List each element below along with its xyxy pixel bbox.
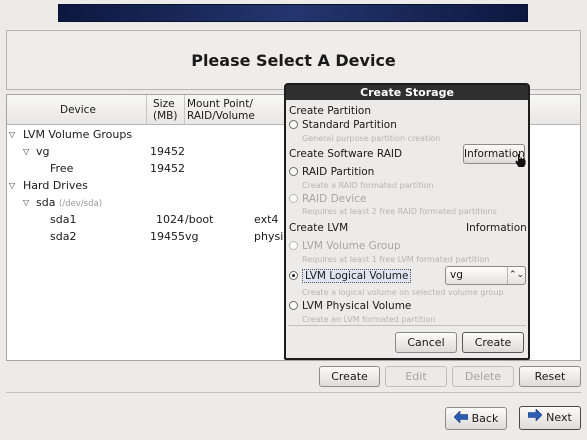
create-storage-dialog: Create Storage Create Partition Standard…	[284, 83, 530, 360]
radio-icon	[289, 167, 298, 176]
edit-button-label: Edit	[405, 370, 427, 383]
dialog-title: Create Storage	[286, 85, 528, 100]
radio-standard-partition[interactable]: Standard Partition	[289, 119, 397, 131]
section-create-lvm: Create LVM	[289, 222, 349, 234]
expander-icon[interactable]: ▽	[9, 177, 15, 194]
lvm-physical-volume-desc: Create an LVM formated partition	[302, 315, 436, 324]
title-panel: Please Select A Device	[6, 30, 581, 90]
radio-standard-partition-label: Standard Partition	[302, 119, 397, 131]
dialog-create-button[interactable]: Create	[462, 332, 524, 353]
lvm-information-label[interactable]: Information	[466, 222, 527, 234]
raid-device-desc: Requires at least 2 free RAID formated p…	[302, 207, 497, 216]
expander-icon[interactable]: ▽	[23, 143, 29, 160]
page-title: Please Select A Device	[191, 51, 396, 70]
arrow-right-icon	[527, 407, 543, 429]
cursor-hand-icon	[515, 154, 526, 170]
lvm-volume-group-desc: Requires at least 1 free LVM formated pa…	[302, 255, 490, 264]
column-header-size[interactable]: Size (MB)	[147, 95, 185, 125]
volume-group-select[interactable]: vg ⌃⌄	[445, 266, 526, 285]
radio-icon	[289, 120, 298, 129]
tree-row-size: 19455	[150, 230, 185, 243]
radio-icon	[289, 194, 298, 203]
tree-row-device: Free	[50, 162, 74, 175]
next-button-label: Next	[546, 411, 572, 424]
radio-lvm-logical-volume[interactable]: LVM Logical Volume	[289, 269, 412, 283]
arrow-left-icon	[453, 409, 468, 430]
chevron-updown-icon: ⌃⌄	[507, 267, 525, 284]
back-button-label: Back	[471, 412, 499, 425]
edit-button[interactable]: Edit	[385, 366, 447, 387]
cancel-button-label: Cancel	[407, 336, 445, 349]
standard-partition-desc: General purpose partition creation	[302, 134, 441, 143]
raid-partition-desc: Create a RAID formated partition	[302, 181, 434, 190]
expander-icon[interactable]: ▽	[9, 126, 15, 143]
create-button-label: Create	[331, 370, 368, 383]
radio-lvm-physical-volume-label: LVM Physical Volume	[302, 300, 412, 312]
volume-group-select-value: vg	[450, 269, 463, 281]
create-button[interactable]: Create	[319, 366, 380, 387]
radio-raid-partition-label: RAID Partition	[302, 166, 375, 178]
radio-icon	[289, 241, 298, 250]
delete-button-label: Delete	[464, 370, 502, 383]
radio-lvm-physical-volume[interactable]: LVM Physical Volume	[289, 300, 411, 312]
reset-button-label: Reset	[534, 370, 566, 383]
radio-icon	[289, 301, 298, 310]
lvm-logical-volume-desc: Create a logical volume on selected volu…	[302, 288, 504, 297]
dialog-create-button-label: Create	[474, 336, 512, 349]
cancel-button[interactable]: Cancel	[395, 332, 457, 353]
tree-row-device-path: (/dev/sda)	[58, 199, 103, 209]
tree-row-device: Hard Drives	[23, 179, 88, 192]
tree-row-type: ext4	[254, 213, 279, 226]
tree-row-size: 1024	[156, 213, 184, 226]
divider	[6, 392, 581, 393]
tree-row-size: 19452	[150, 162, 185, 175]
tree-row-device: LVM Volume Groups	[23, 128, 133, 141]
radio-raid-partition[interactable]: RAID Partition	[289, 166, 374, 178]
section-create-software-raid: Create Software RAID	[289, 148, 403, 160]
column-header-mount-label: Mount Point/ RAID/Volume	[187, 98, 255, 122]
column-header-device-label: Device	[60, 104, 96, 116]
tree-row-mount: /boot	[185, 213, 214, 226]
next-button[interactable]: Next	[519, 406, 581, 430]
delete-button[interactable]: Delete	[452, 366, 514, 387]
tree-row-device: sda2	[50, 230, 77, 243]
radio-raid-device[interactable]: RAID Device	[289, 193, 366, 205]
reset-button[interactable]: Reset	[519, 366, 581, 387]
column-header-device[interactable]: Device	[7, 95, 147, 125]
radio-lvm-logical-volume-label: LVM Logical Volume	[302, 269, 412, 283]
radio-selected-icon	[289, 271, 298, 280]
tree-row-device-name: sda	[36, 196, 56, 209]
tree-row-device: sda1	[50, 213, 77, 226]
radio-lvm-volume-group-label: LVM Volume Group	[302, 240, 401, 252]
header-banner	[58, 4, 528, 22]
back-button[interactable]: Back	[445, 407, 507, 430]
tree-row-mount: vg	[185, 230, 199, 243]
tree-row-size: 19452	[150, 145, 185, 158]
dialog-divider	[288, 325, 526, 326]
radio-lvm-volume-group[interactable]: LVM Volume Group	[289, 240, 401, 252]
column-header-size-label: Size (MB)	[153, 98, 178, 122]
section-create-partition: Create Partition	[289, 105, 371, 117]
expander-icon[interactable]: ▽	[23, 194, 29, 211]
radio-raid-device-label: RAID Device	[302, 193, 367, 205]
tree-row-device: vg	[36, 145, 50, 158]
